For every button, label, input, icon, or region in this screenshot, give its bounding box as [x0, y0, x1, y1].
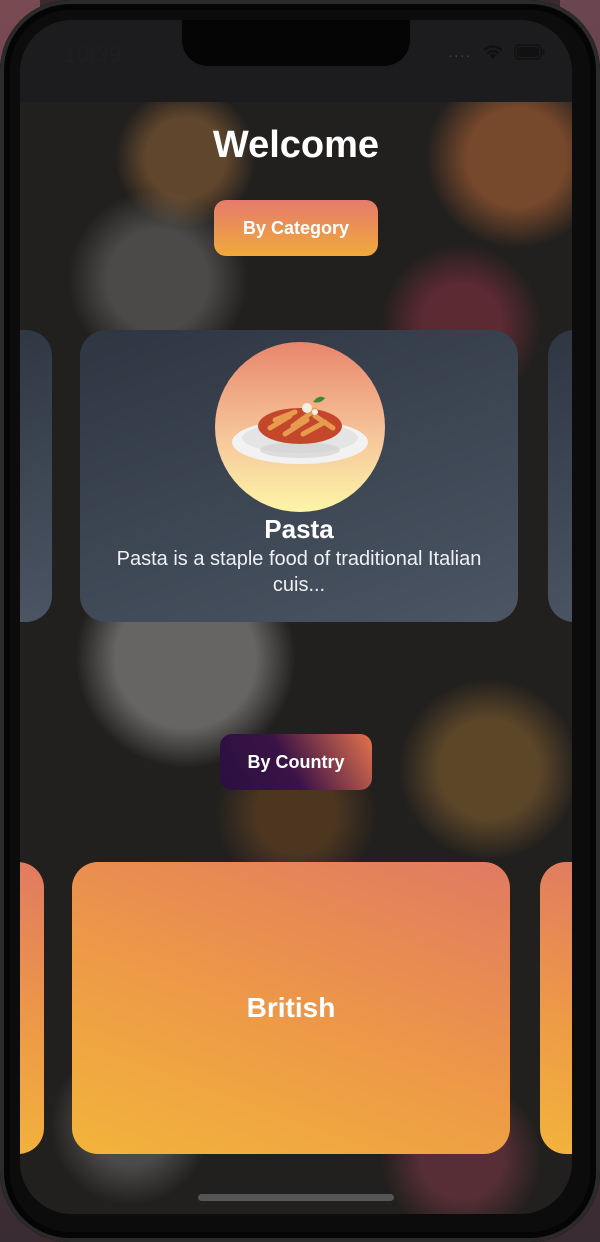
country-card-previous[interactable] [20, 862, 44, 1154]
country-card[interactable]: British [72, 862, 510, 1154]
status-bar: 10:39 .... [20, 20, 572, 102]
country-card-next[interactable] [540, 862, 572, 1154]
status-time: 10:39 [64, 42, 122, 67]
wifi-icon [482, 44, 504, 60]
by-country-button[interactable]: By Country [220, 734, 372, 790]
page-title: Welcome [212, 124, 380, 166]
country-name: British [246, 992, 336, 1023]
category-name: Pasta [264, 514, 334, 544]
notch [182, 20, 410, 66]
status-icons: .... [448, 44, 546, 60]
pasta-dish-icon [215, 342, 385, 512]
battery-icon [514, 44, 546, 60]
main-content: Welcome By Category Pasta Pasta is a sta… [20, 102, 572, 1214]
category-card[interactable]: Pasta Pasta is a staple food of traditio… [80, 330, 518, 622]
signal-dots: .... [448, 44, 472, 60]
category-description: Pasta is a staple food of traditional It… [116, 548, 482, 596]
home-indicator[interactable] [198, 1194, 394, 1201]
category-card-next[interactable] [548, 330, 572, 622]
phone-screen: 10:39 .... Welcome By Category Pasta Pas… [20, 20, 572, 1214]
category-card-previous[interactable] [20, 330, 52, 622]
phone-frame: 10:39 .... Welcome By Category Pasta Pas… [0, 0, 600, 1242]
by-category-button[interactable]: By Category [214, 200, 378, 256]
